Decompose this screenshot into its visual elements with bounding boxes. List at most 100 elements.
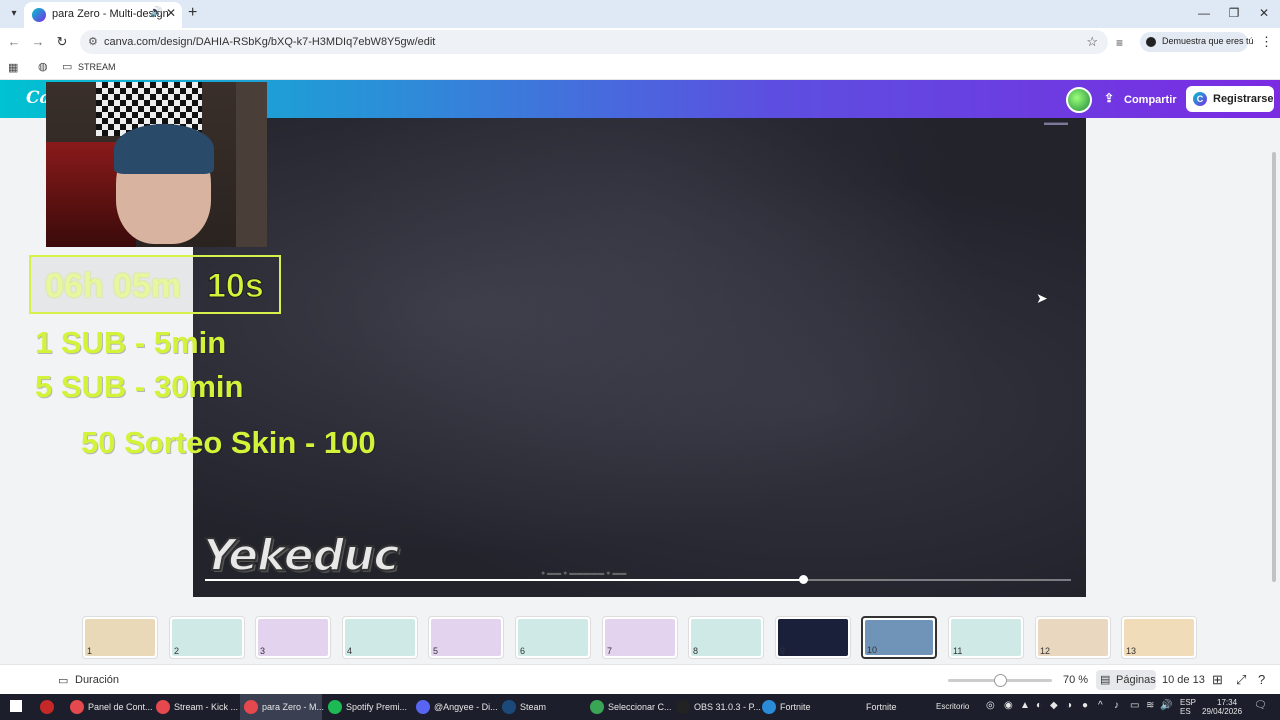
register-button[interactable]: C Registrarse (1186, 86, 1274, 112)
taskbar-item-label: @Angyee - Di... (434, 702, 498, 712)
taskbar-item-label: Spotify Premi... (346, 702, 408, 712)
tray-steam-icon[interactable]: ◐ (1036, 700, 1042, 711)
page-thumbnail[interactable]: 1 (82, 616, 158, 659)
page-number: 8 (693, 646, 699, 656)
subathon-timer: 06h 05m 10s (29, 255, 281, 314)
streamer-beanie (114, 124, 214, 174)
page-thumbnail[interactable]: 8 (688, 616, 764, 659)
close-tab-icon[interactable]: ✕ (166, 6, 176, 20)
close-window-icon[interactable]: ✕ (1254, 6, 1274, 20)
taskbar-app-icon (416, 700, 430, 714)
taskbar-item[interactable]: @Angyee - Di... (412, 694, 498, 720)
pages-button[interactable]: ▤ Páginas (1096, 670, 1156, 690)
page-thumbnail[interactable]: 4 (342, 616, 418, 659)
tray-steam2-icon[interactable]: ◑ (1066, 700, 1072, 711)
design-canvas-video[interactable]: ▬▬▬ ● ▬▬ ● ▬▬▬▬▬ ● ▬▬ (193, 118, 1086, 597)
tray-app-icon[interactable]: ◉ (1004, 700, 1013, 711)
profile-button[interactable]: Demuestra que eres tú (1140, 32, 1254, 52)
taskbar-app-icon (502, 700, 516, 714)
forward-icon[interactable]: → (30, 34, 46, 49)
bookmark-folder-stream[interactable]: STREAM (78, 62, 116, 72)
taskbar-app-icon (244, 700, 258, 714)
taskbar-item[interactable]: Fortnite (844, 694, 928, 720)
speaker-icon[interactable]: 🔊 (150, 7, 162, 18)
taskbar-item[interactable]: Seleccionar C... (586, 694, 672, 720)
taskbar-item[interactable]: Stream - Kick ... (152, 694, 238, 720)
tray-display-icon[interactable]: ▭ (1130, 700, 1139, 711)
taskbar-item[interactable]: Panel de Cont... (66, 694, 153, 720)
globe-icon[interactable]: ◍ (38, 60, 48, 73)
reload-icon[interactable]: ↻ (54, 34, 70, 50)
apps-grid-icon[interactable]: ▦ (8, 61, 18, 74)
tray-volume-icon[interactable]: 🔊 (1160, 700, 1172, 711)
page-thumbnail[interactable]: 5 (428, 616, 504, 659)
desktop-label[interactable]: Escritorio (936, 702, 969, 711)
page-thumbnail[interactable]: 12 (1035, 616, 1111, 659)
minimize-icon[interactable]: — (1194, 6, 1214, 20)
taskbar-item[interactable]: Fortnite (758, 694, 842, 720)
page-thumbnail[interactable]: 9 (775, 616, 851, 659)
upload-icon: ⇪ (1104, 91, 1115, 105)
duration-icon[interactable]: ▭ (58, 674, 68, 687)
tray-nvidia-icon[interactable]: ▲ (1020, 700, 1030, 711)
tray-network-icon[interactable]: ≋ (1146, 700, 1154, 711)
page-thumbnail[interactable]: 10 (861, 616, 937, 659)
bookmark-star-icon[interactable]: ☆ (1086, 34, 1098, 50)
rule-line-3: 50 Sorteo Skin - 100 (81, 425, 376, 460)
site-info-icon[interactable]: ⚙ (88, 35, 98, 48)
browser-menu-icon[interactable]: ⋮ (1260, 34, 1273, 50)
share-button[interactable]: ⇪ Compartir (1096, 87, 1180, 113)
editor-scrollbar[interactable] (1272, 152, 1276, 582)
page-count: 10 de 13 (1162, 674, 1205, 686)
zoom-slider[interactable] (948, 674, 1052, 687)
video-progress-knob[interactable] (798, 575, 808, 584)
user-avatar[interactable] (1066, 87, 1092, 113)
tray-edge-icon[interactable]: ◎ (986, 700, 995, 711)
url-text: canva.com/design/DAHIA-RSbKg/bXQ-k7-H3MD… (104, 36, 436, 48)
game-watermark: ▬▬▬ (1044, 118, 1068, 127)
help-icon[interactable]: ? (1258, 672, 1265, 687)
address-bar[interactable]: ⚙ canva.com/design/DAHIA-RSbKg/bXQ-k7-H3… (80, 30, 1108, 54)
taskbar-item[interactable]: para Zero - M... (240, 694, 324, 720)
zoom-slider-knob[interactable] (994, 674, 1007, 687)
taskbar-item-label: Steam (520, 702, 547, 712)
clock[interactable]: 17:34 29/04/2026 (1202, 698, 1242, 716)
tray-chevron-icon[interactable]: ^ (1098, 700, 1103, 711)
taskbar-item[interactable]: OBS 31.0.3 - P... (672, 694, 761, 720)
taskbar-item[interactable]: Steam (498, 694, 580, 720)
folder-icon[interactable]: ▭ (62, 60, 72, 73)
zoom-level[interactable]: 70 % (1063, 674, 1088, 686)
grid-view-icon[interactable]: ⊞ (1212, 672, 1223, 688)
restore-icon[interactable]: ❐ (1224, 6, 1244, 20)
page-thumbnail[interactable]: 11 (948, 616, 1024, 659)
taskbar-item-label: Seleccionar C... (608, 702, 672, 712)
canva-c-icon: C (1193, 92, 1207, 106)
page-thumbnail[interactable]: 2 (169, 616, 245, 659)
taskbar-app-icon[interactable] (36, 694, 60, 720)
page-thumbnail[interactable]: 7 (602, 616, 678, 659)
fullscreen-icon[interactable]: ⤢ (1236, 672, 1246, 688)
taskbar-item[interactable]: Spotify Premi... (324, 694, 410, 720)
browser-tab-active[interactable]: para Zero - Multi-design 🔊 ✕ (24, 2, 182, 28)
tray-spotify-icon[interactable]: ● (1082, 700, 1088, 711)
page-thumbnail[interactable]: 13 (1121, 616, 1197, 659)
tab-search-chevron-icon[interactable]: ▾ (6, 6, 22, 22)
windows-taskbar: Panel de Cont... Stream - Kick ... para Ze… (0, 694, 1280, 720)
page-thumbnail-preview (431, 619, 501, 656)
page-thumbnail[interactable]: 6 (515, 616, 591, 659)
new-tab-icon[interactable]: + (188, 4, 197, 22)
back-icon[interactable]: ← (6, 34, 22, 49)
page-number: 9 (780, 646, 786, 656)
windows-start-icon[interactable] (10, 700, 22, 712)
tray-brave-icon[interactable]: ◆ (1050, 700, 1058, 711)
duration-button[interactable]: Duración (75, 674, 119, 686)
page-number: 11 (953, 646, 963, 656)
canva-favicon-icon (32, 8, 46, 22)
language-indicator[interactable]: ESP ES (1180, 698, 1196, 716)
page-thumbnail[interactable]: 3 (255, 616, 331, 659)
page-thumbnail-preview (345, 619, 415, 656)
room-wall (236, 82, 267, 247)
notifications-icon[interactable]: 🗨 (1254, 700, 1267, 711)
media-controls-icon[interactable]: ≡ (1116, 36, 1123, 50)
tray-mic-icon[interactable]: ♪ (1114, 700, 1119, 711)
